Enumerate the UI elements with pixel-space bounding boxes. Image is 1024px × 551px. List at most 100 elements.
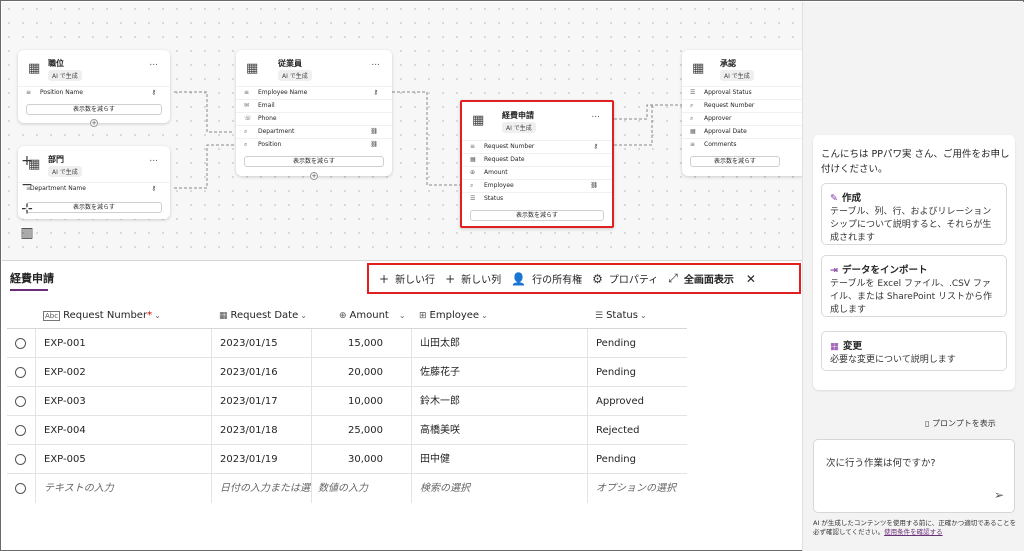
field-row[interactable]: ≡ Position Name ⚷ (18, 86, 170, 99)
more-icon[interactable]: ... (591, 110, 600, 120)
field-row[interactable]: ⌕ Position ⛓ (236, 138, 392, 151)
field-row[interactable]: ⌕ Employee ⛓ (462, 179, 612, 192)
row-select-radio[interactable] (7, 416, 35, 444)
table-row[interactable]: EXP-002 2023/01/16 20,000 佐藤花子 Pending (7, 358, 687, 387)
field-label: Request Date (484, 156, 525, 163)
add-field-icon[interactable]: + (310, 172, 318, 180)
zoom-in-icon[interactable]: + (12, 149, 42, 173)
employee-cell[interactable]: 高橋美咲 (411, 416, 587, 444)
suggestion-modify[interactable]: ▦ 変更 必要な変更について説明します (821, 331, 1007, 371)
field-row[interactable]: ☰ Status (462, 192, 612, 205)
field-row[interactable]: ≡ Comments (682, 138, 802, 151)
request-number-cell[interactable]: EXP-004 (35, 416, 211, 444)
request-date-cell[interactable]: 2023/01/18 (211, 416, 311, 444)
show-fewer-button[interactable]: 表示数を減らす (690, 156, 780, 167)
field-row[interactable]: ▦ Approval Date (682, 125, 802, 138)
row-ownership-button[interactable]: 👤 行の所有権 (511, 271, 582, 287)
request-number-cell[interactable]: EXP-003 (35, 387, 211, 415)
request-number-cell[interactable]: EXP-002 (35, 358, 211, 386)
field-row[interactable]: ⌕ Approver (682, 112, 802, 125)
amount-cell[interactable]: 30,000 (311, 445, 391, 473)
request-number-cell[interactable]: EXP-005 (35, 445, 211, 473)
new-row-button[interactable]: + 新しい行 (379, 271, 435, 287)
column-header-request-number[interactable]: Abc Request Number* ⌄ (35, 302, 211, 328)
column-header-amount[interactable]: ⊕ Amount ⌄ (331, 302, 411, 328)
column-header-status[interactable]: ☰ Status ⌄ (587, 302, 687, 328)
table-card-employee[interactable]: ▦ 従業員 AI で生成 ... ≡ Employee Name ⚷ ✉ Email … (236, 50, 392, 180)
status-cell[interactable]: Rejected (587, 416, 687, 444)
employee-cell[interactable]: 佐藤花子 (411, 358, 587, 386)
table-row[interactable]: EXP-004 2023/01/18 25,000 高橋美咲 Rejected (7, 416, 687, 445)
suggestion-create[interactable]: ✎ 作成 テーブル、列、行、およびリレーションシップについて説明すると、それらが生… (821, 183, 1007, 245)
show-fewer-button[interactable]: 表示数を減らす (470, 210, 604, 221)
status-cell[interactable]: Pending (587, 358, 687, 386)
key-icon: ⚷ (151, 185, 156, 192)
field-row[interactable]: ☰ Approval Status (682, 86, 802, 99)
row-select-radio[interactable] (7, 474, 35, 503)
table-card-expense-request[interactable]: ▦ 経費申請 AI で生成 ... ≡ Request Number ⚷ ▦ Requ… (460, 100, 614, 228)
table-row[interactable]: EXP-003 2023/01/17 10,000 鈴木一郎 Approved (7, 387, 687, 416)
row-select-radio[interactable] (7, 358, 35, 386)
amount-cell[interactable]: 10,000 (311, 387, 391, 415)
field-label: Approver (704, 115, 732, 122)
request-date-cell[interactable]: 2023/01/19 (211, 445, 311, 473)
field-row[interactable]: ⊕ Amount (462, 166, 612, 179)
table-card-approval[interactable]: ▦ 承認 AI で生成 ☰ Approval Status ⌕ Request Nu… (682, 50, 802, 176)
view-prompts-link[interactable]: ▯ プロンプトを表示 (925, 418, 996, 429)
more-icon[interactable]: ... (149, 58, 158, 68)
request-date-cell[interactable]: 2023/01/17 (211, 387, 311, 415)
row-select-radio[interactable] (7, 329, 35, 357)
field-row[interactable]: ▦ Request Date (462, 153, 612, 166)
terms-link[interactable]: 使用条件を確認する (884, 528, 943, 536)
new-row-placeholder[interactable]: テキストの入力 日付の入力または選択 数値の入力 検索の選択 オプションの選択 (7, 474, 687, 503)
table-row[interactable]: EXP-005 2023/01/19 30,000 田中健 Pending (7, 445, 687, 474)
send-icon[interactable]: ➢ (994, 488, 1004, 502)
map-icon[interactable]: ▥ (12, 221, 42, 245)
add-field-icon[interactable]: + (90, 119, 98, 127)
status-cell[interactable]: Pending (587, 445, 687, 473)
column-header-request-date[interactable]: ▦ Request Date ⌄ (211, 302, 311, 328)
field-row[interactable]: ☏ Phone (236, 112, 392, 125)
status-cell[interactable]: Pending (587, 329, 687, 357)
suggestion-import-data[interactable]: ⇥ データをインポート テーブルを Excel ファイル、.CSV ファイル、また… (821, 255, 1007, 317)
field-row[interactable]: ✉ Email (236, 99, 392, 112)
show-fewer-button[interactable]: 表示数を減らす (26, 202, 162, 213)
field-row[interactable]: ⌕ Request Number (682, 99, 802, 112)
employee-cell[interactable]: 鈴木一郎 (411, 387, 587, 415)
table-row[interactable]: EXP-001 2023/01/15 15,000 山田太郎 Pending (7, 329, 687, 358)
amount-cell[interactable]: 15,000 (311, 329, 391, 357)
request-date-cell[interactable]: 2023/01/15 (211, 329, 311, 357)
column-header-employee[interactable]: ⊞ Employee ⌄ (411, 302, 587, 328)
option-input-placeholder[interactable]: オプションの選択 (587, 474, 687, 503)
number-input-placeholder[interactable]: 数値の入力 (311, 474, 411, 503)
request-number-cell[interactable]: EXP-001 (35, 329, 211, 357)
zoom-out-icon[interactable]: − (12, 173, 42, 197)
status-cell[interactable]: Approved (587, 387, 687, 415)
field-row[interactable]: ⌕ Department ⛓ (236, 125, 392, 138)
amount-cell[interactable]: 20,000 (311, 358, 391, 386)
date-input-placeholder[interactable]: 日付の入力または選択 (211, 474, 311, 503)
amount-cell[interactable]: 25,000 (311, 416, 391, 444)
new-column-button[interactable]: + 新しい列 (445, 271, 501, 287)
field-row[interactable]: ≡ Request Number ⚷ (462, 140, 612, 153)
employee-cell[interactable]: 田中健 (411, 445, 587, 473)
text-input-placeholder[interactable]: テキストの入力 (35, 474, 211, 503)
fit-view-icon[interactable]: ⊹ (12, 197, 42, 221)
table-card-position[interactable]: ▦ 職位 AI で生成 ... ≡ Position Name ⚷ 表示数を減らす … (18, 50, 170, 127)
request-date-cell[interactable]: 2023/01/16 (211, 358, 311, 386)
row-select-radio[interactable] (7, 387, 35, 415)
employee-cell[interactable]: 山田太郎 (411, 329, 587, 357)
row-select-radio[interactable] (7, 445, 35, 473)
more-icon[interactable]: ... (149, 154, 158, 164)
show-fewer-button[interactable]: 表示数を減らす (26, 104, 162, 115)
table-title-tab[interactable]: 経費申請 (10, 270, 54, 286)
diagram-canvas[interactable]: ▦ 職位 AI で生成 ... ≡ Position Name ⚷ 表示数を減らす … (2, 2, 802, 260)
properties-button[interactable]: ⚙ プロパティ (592, 271, 658, 287)
lookup-input-placeholder[interactable]: 検索の選択 (411, 474, 587, 503)
fullscreen-button[interactable]: ⤢ 全画面表示 (668, 271, 734, 286)
chat-input[interactable]: 次に行う作業は何ですか? ➢ (813, 439, 1015, 513)
close-icon[interactable]: ✕ (746, 272, 756, 286)
more-icon[interactable]: ... (371, 58, 380, 68)
field-row[interactable]: ≡ Employee Name ⚷ (236, 86, 392, 99)
show-fewer-button[interactable]: 表示数を減らす (244, 156, 384, 167)
